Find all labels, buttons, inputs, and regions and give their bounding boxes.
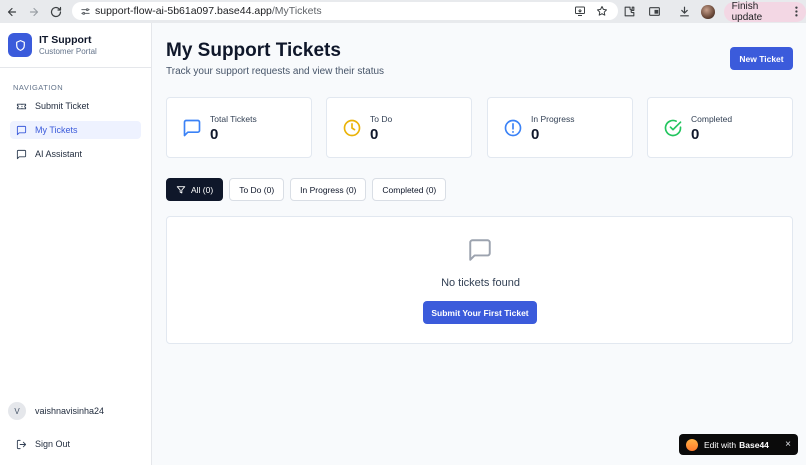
browser-toolbar: support-flow-ai-5b61a097.base44.app/MyTi… bbox=[0, 0, 806, 23]
download-icon[interactable] bbox=[677, 4, 692, 20]
filter-in-progress[interactable]: In Progress (0) bbox=[290, 178, 367, 201]
edit-with-base44-badge[interactable]: Edit with Base44 × bbox=[679, 434, 798, 455]
filter-label: All (0) bbox=[191, 184, 214, 195]
stat-label: Completed bbox=[691, 114, 733, 124]
close-icon[interactable]: × bbox=[785, 439, 791, 450]
install-app-icon[interactable] bbox=[572, 3, 588, 19]
stat-card-completed: Completed 0 bbox=[647, 97, 793, 158]
badge-brand: Base44 bbox=[739, 439, 769, 450]
stat-value: 0 bbox=[210, 126, 219, 143]
user-profile: V vaishnavisinha24 bbox=[8, 402, 104, 420]
sidebar-item-my-tickets[interactable]: My Tickets bbox=[10, 121, 141, 139]
submit-first-ticket-button[interactable]: Submit Your First Ticket bbox=[423, 301, 537, 324]
message-square-icon bbox=[183, 119, 201, 137]
sign-out-button[interactable]: Sign Out bbox=[15, 438, 70, 450]
address-bar[interactable]: support-flow-ai-5b61a097.base44.app/MyTi… bbox=[72, 2, 618, 20]
bookmark-star-icon[interactable] bbox=[594, 3, 610, 19]
filter-icon bbox=[176, 185, 186, 195]
brand-header: IT Support Customer Portal bbox=[0, 23, 151, 68]
sidebar-item-label: My Tickets bbox=[35, 125, 78, 135]
stat-value: 0 bbox=[370, 126, 379, 143]
profile-avatar[interactable] bbox=[701, 4, 715, 19]
nav-heading: Navigation bbox=[13, 83, 64, 92]
new-ticket-button[interactable]: New Ticket bbox=[730, 47, 793, 70]
stat-label: To Do bbox=[370, 114, 393, 124]
forward-icon[interactable] bbox=[23, 1, 45, 23]
extensions-icon[interactable] bbox=[622, 4, 637, 20]
stat-value: 0 bbox=[531, 126, 540, 143]
kebab-menu-icon bbox=[795, 6, 798, 17]
empty-state-message: No tickets found bbox=[441, 277, 520, 289]
message-square-icon bbox=[15, 124, 27, 136]
shield-icon bbox=[8, 33, 32, 57]
log-out-icon bbox=[15, 438, 27, 450]
brand-subtitle: Customer Portal bbox=[39, 47, 97, 56]
filter-completed[interactable]: Completed (0) bbox=[372, 178, 447, 201]
user-name: vaishnavisinha24 bbox=[35, 406, 105, 416]
badge-edit-with: Edit with bbox=[704, 439, 737, 450]
url-domain: support-flow-ai-5b61a097.base44.app bbox=[95, 5, 272, 17]
check-circle-icon bbox=[664, 119, 682, 137]
sidebar-item-label: AI Assistant bbox=[35, 149, 83, 159]
stat-card-todo: To Do 0 bbox=[326, 97, 472, 158]
base44-logo bbox=[686, 438, 698, 451]
sign-out-label: Sign Out bbox=[35, 439, 71, 449]
page-title: My Support Tickets bbox=[166, 40, 341, 61]
alert-circle-icon bbox=[504, 119, 522, 137]
brand-title: IT Support bbox=[39, 34, 92, 46]
stat-card-in-progress: In Progress 0 bbox=[487, 97, 633, 158]
filter-all[interactable]: All (0) bbox=[166, 178, 224, 201]
sidebar: IT Support Customer Portal Navigation Su… bbox=[0, 23, 152, 465]
site-settings-icon[interactable] bbox=[78, 4, 92, 18]
url-path: /MyTickets bbox=[271, 5, 322, 17]
stat-label: Total Tickets bbox=[210, 114, 257, 124]
finish-update-label: Finish update bbox=[731, 0, 763, 23]
sidebar-item-submit-ticket[interactable]: Submit Ticket bbox=[10, 97, 141, 115]
filter-todo[interactable]: To Do (0) bbox=[229, 178, 285, 201]
stat-card-total: Total Tickets 0 bbox=[166, 97, 312, 158]
sidebar-item-ai-assistant[interactable]: AI Assistant bbox=[10, 145, 141, 163]
stat-value: 0 bbox=[691, 126, 700, 143]
back-icon[interactable] bbox=[1, 1, 23, 23]
empty-state-card: No tickets found Submit Your First Ticke… bbox=[166, 216, 793, 344]
sidebar-item-label: Submit Ticket bbox=[35, 101, 90, 111]
avatar: V bbox=[8, 402, 26, 420]
message-square-icon bbox=[469, 239, 491, 261]
message-square-icon bbox=[15, 148, 27, 160]
page-subtitle: Track your support requests and view the… bbox=[166, 66, 385, 77]
ticket-icon bbox=[15, 100, 27, 112]
stat-label: In Progress bbox=[531, 114, 575, 124]
filter-bar: All (0) To Do (0) In Progress (0) Comple… bbox=[166, 178, 447, 201]
clock-icon bbox=[343, 119, 361, 137]
finish-update-button[interactable]: Finish update bbox=[723, 0, 806, 23]
reload-icon[interactable] bbox=[45, 1, 67, 23]
cast-icon[interactable] bbox=[646, 4, 661, 20]
